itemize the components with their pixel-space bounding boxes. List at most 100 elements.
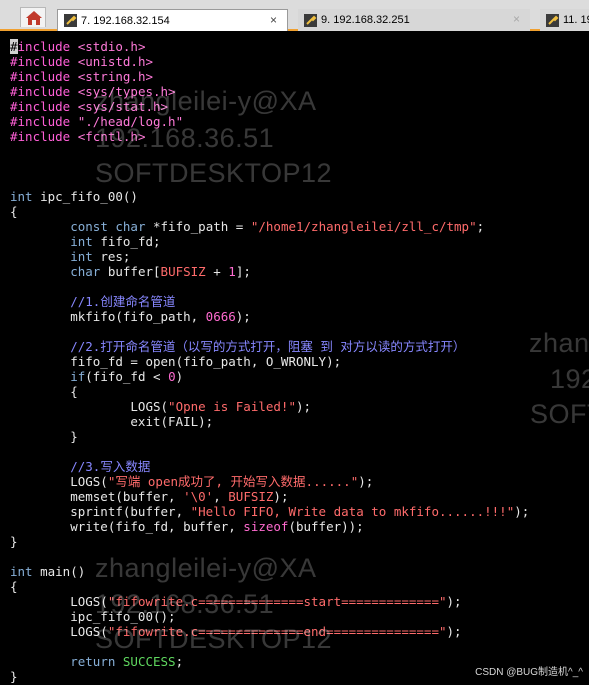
code-line: char buffer[BUFSIZ + 1]; [10,264,251,279]
code-line: int ipc_fifo_00() [10,189,138,204]
code-token: "Opne is Failed!" [168,399,296,414]
code-token: ); [446,624,462,639]
code-line: LOGS("fifowrite.c==============start====… [10,594,462,609]
code-token: <sys/types.h> [77,84,176,99]
code-token: ipc_fifo_00() [32,189,138,204]
code-token: exit(FAIL); [10,414,214,429]
code-token: + [205,264,229,279]
code-token: int [70,249,93,264]
code-token: write(fifo_fd, buffer, [10,519,244,534]
code-token: ); [358,474,374,489]
code-token: main() [32,564,86,579]
code-token: <stdio.h> [77,39,146,54]
code-line: fifo_fd = open(fifo_path, O_WRONLY); [10,354,341,369]
code-token: int [10,564,33,579]
home-tab[interactable] [20,7,46,27]
code-token: } [10,429,78,444]
code-line: ipc_fifo_00(); [10,609,176,624]
home-icon [26,11,42,25]
code-token: <sys/stat.h> [77,99,169,114]
code-line: #include "./head/log.h" [10,114,183,129]
code-token: ); [235,309,251,324]
code-line: } [10,534,18,549]
terminal-wrench-icon [546,13,559,27]
terminal-editor[interactable]: #include <stdio.h> #include <unistd.h> #in… [0,31,589,685]
code-token: #include [10,54,78,69]
code-token: *fifo_path = [145,219,251,234]
code-line: int res; [10,249,130,264]
code-token: buffer[ [100,264,161,279]
tab-label: 11. 19 [563,14,589,26]
code-token: <string.h> [77,69,153,84]
code-line: mkfifo(fifo_path, 0666); [10,309,251,324]
session-tab-active[interactable]: 7. 192.168.32.154 × [57,9,288,31]
tab-close-button[interactable]: × [270,13,277,27]
session-tab[interactable]: 11. 19 [540,9,589,31]
code-line: const char *fifo_path = "/home1/zhanglei… [10,219,484,234]
code-token: "./head/log.h" [77,114,184,129]
code-line: #include <fcntl.h> [10,129,145,144]
code-token: ) [175,369,184,384]
code-token: , [213,489,229,504]
code-token: BUFSIZ [160,264,206,279]
code-line: #include <sys/stat.h> [10,99,168,114]
code-token: include [17,39,78,54]
code-line: //2.打开命名管道（以写的方式打开，阻塞 到 对方以读的方式打开） [10,339,465,354]
code-line: int main() [10,564,85,579]
terminal-wrench-icon [64,14,77,27]
code-line: LOGS("Opne is Failed!"); [10,399,311,414]
code-token: #include [10,84,78,99]
code-token: fifo_fd; [92,234,161,249]
code-token: "Hello FIFO, Write data to mkfifo......!… [190,504,515,519]
code-token: ]; [235,264,251,279]
code-token: LOGS( [10,474,108,489]
code-token: <fcntl.h> [77,129,146,144]
session-tab[interactable]: 9. 192.168.32.251 × [298,9,530,31]
code-token: //1.创建命名管道 [70,294,176,309]
code-token: fifo_fd = open(fifo_path, O_WRONLY); [10,354,342,369]
csdn-credit: CSDN @BUG制造机^_^ [475,667,583,678]
code-line: { [10,384,78,399]
code-token: BUFSIZ [228,489,274,504]
code-line: if(fifo_fd < 0) [10,369,183,384]
code-token: (fifo_fd < [85,369,169,384]
code-token: } [10,669,18,684]
tab-label: 9. 192.168.32.251 [321,14,410,26]
code-token: <unistd.h> [77,54,153,69]
code-line: //3.写入数据 [10,459,150,474]
code-token: int [10,189,33,204]
code-token: { [10,384,78,399]
code-token: { [10,204,18,219]
code-line: #include <unistd.h> [10,54,153,69]
code-token: const char [70,219,146,234]
code-token: #include [10,129,78,144]
tab-close-button[interactable]: × [513,12,520,26]
code-token: ); [446,594,462,609]
code-token: ipc_fifo_00(); [10,609,176,624]
code-token: 0666 [205,309,236,324]
code-token: LOGS( [10,399,169,414]
code-token: LOGS( [10,594,108,609]
code-token: #include [10,114,78,129]
code-token: } [10,534,18,549]
code-token: ); [514,504,530,519]
code-token: if [70,369,86,384]
code-line: #include <string.h> [10,69,153,84]
code-line: { [10,204,18,219]
code-line: #include <sys/types.h> [10,84,176,99]
code-token: res; [92,249,131,264]
code-token: SUCCESS [122,654,176,669]
tab-bar: 7. 192.168.32.154 × 9. 192.168.32.251 × … [0,0,589,31]
code-token: //2.打开命名管道（以写的方式打开，阻塞 到 对方以读的方式打开） [70,339,466,354]
code-token: "/home1/zhangleilei/zll_c/tmp" [250,219,477,234]
code-token: ; [175,654,184,669]
code-token: '\0' [183,489,214,504]
